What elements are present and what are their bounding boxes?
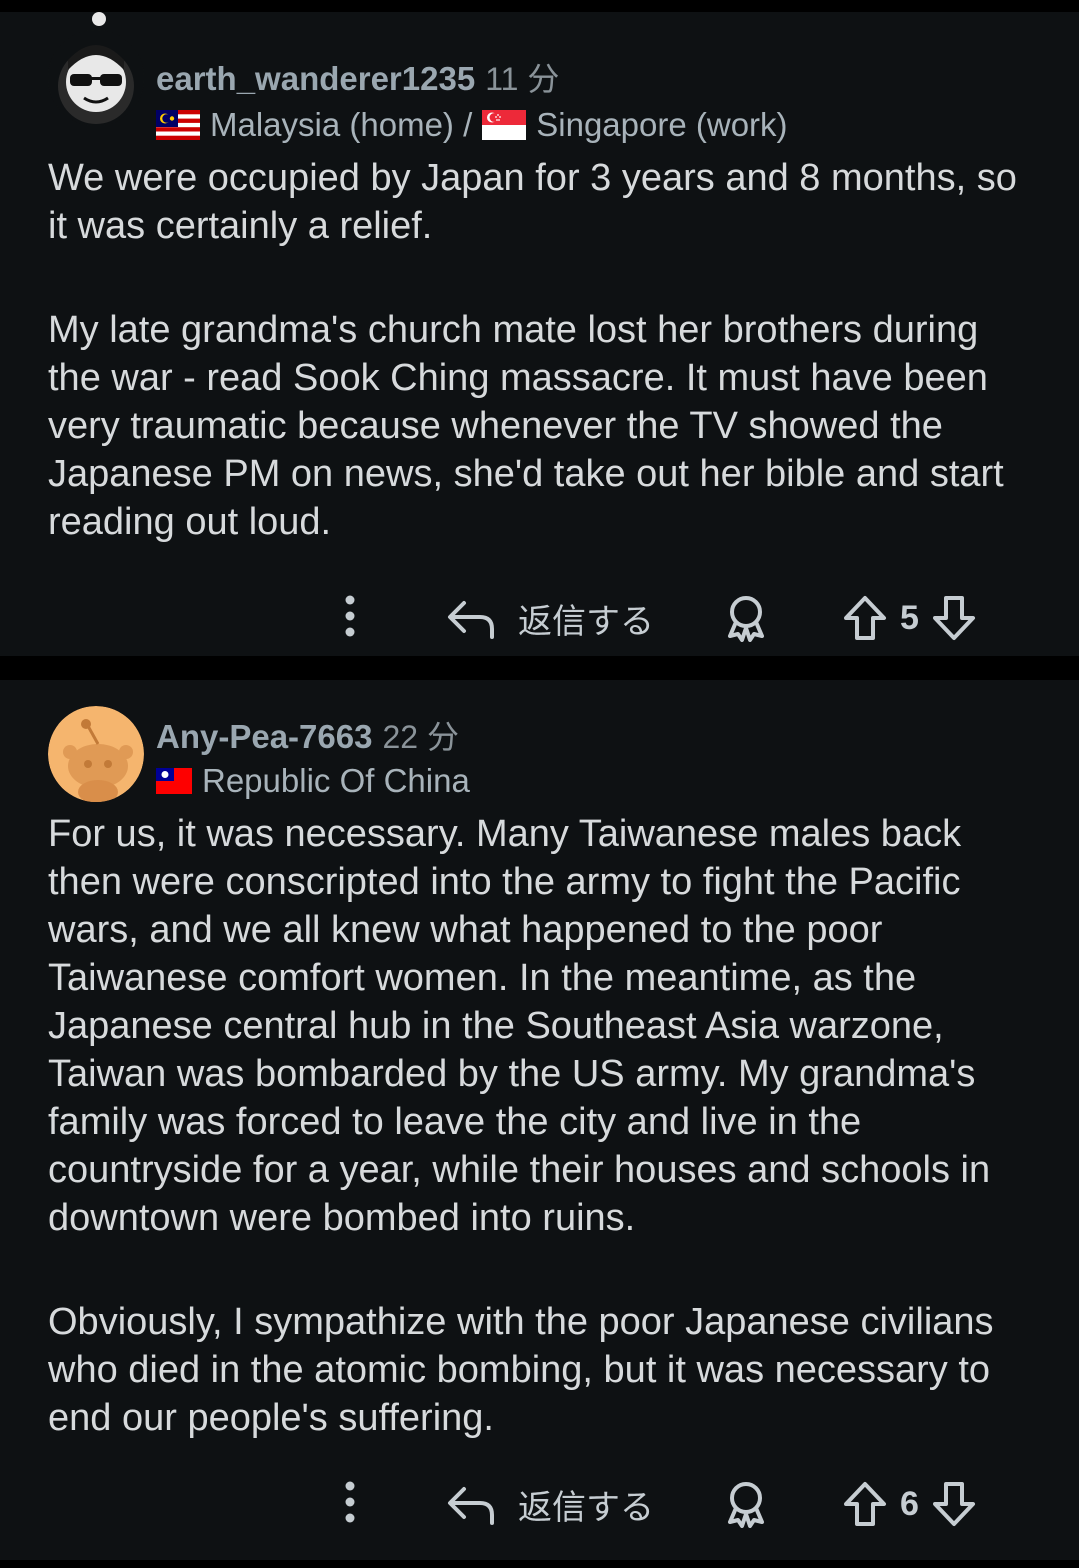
- username[interactable]: earth_wanderer1235: [156, 60, 475, 97]
- timestamp: 11 分: [485, 61, 560, 97]
- reply-label: 返信する: [518, 1489, 654, 1527]
- reply-label: 返信する: [518, 603, 654, 641]
- comment-paragraph: Obviously, I sympathize with the poor Ja…: [48, 1301, 994, 1439]
- username-row: earth_wanderer1235 11 分: [156, 54, 559, 100]
- flair-text: Republic Of China: [202, 762, 470, 799]
- snoo-avatar-icon: [48, 706, 144, 802]
- top-strip: [0, 0, 1079, 12]
- flair-text-home: Malaysia (home) /: [210, 106, 473, 143]
- vote-controls: 5: [842, 594, 977, 642]
- vote-controls: 6: [842, 1480, 977, 1528]
- user-flair: Republic Of China: [156, 762, 470, 800]
- comment-1: earth_wanderer1235 11 分 Malaysia (home) /: [0, 12, 1079, 656]
- comment-2: Any-Pea-7663 22 分 Republic Of China For u…: [0, 680, 1079, 1560]
- roc-flag-icon: [156, 768, 192, 794]
- flair-text-work: Singapore (work): [536, 106, 788, 143]
- avatar[interactable]: [48, 706, 144, 802]
- award-icon: [728, 596, 764, 642]
- reply-icon: [448, 600, 494, 639]
- avatar[interactable]: [48, 30, 144, 126]
- award-icon: [728, 1482, 764, 1528]
- comment-paragraph: My late grandma's church mate lost her b…: [48, 309, 1004, 543]
- timestamp: 22 分: [382, 719, 459, 755]
- username-row: Any-Pea-7663 22 分: [156, 712, 459, 758]
- award-button[interactable]: [722, 1480, 770, 1528]
- more-options-icon: [345, 1481, 355, 1523]
- online-dot: [92, 12, 106, 26]
- vote-score: 6: [900, 1484, 919, 1523]
- singapore-flag-icon: [482, 110, 527, 140]
- award-button[interactable]: [722, 594, 770, 642]
- username[interactable]: Any-Pea-7663: [156, 718, 372, 755]
- upvote-icon[interactable]: [842, 594, 888, 642]
- reply-button[interactable]: 返信する: [446, 594, 654, 643]
- reply-icon: [448, 1486, 494, 1525]
- more-options-button[interactable]: [336, 594, 364, 638]
- downvote-icon[interactable]: [931, 594, 977, 642]
- comment-body: For us, it was necessary. Many Taiwanese…: [48, 810, 1035, 1442]
- user-flair: Malaysia (home) / Singapore (work): [156, 106, 788, 144]
- comment-actions: 返信する 6: [0, 1476, 1079, 1536]
- vote-score: 5: [900, 598, 919, 637]
- more-options-icon: [345, 595, 355, 637]
- malaysia-flag-icon: [156, 110, 200, 140]
- comment-body: We were occupied by Japan for 3 years an…: [48, 154, 1035, 546]
- comment-actions: 返信する 5: [0, 588, 1079, 648]
- comment-paragraph: For us, it was necessary. Many Taiwanese…: [48, 813, 991, 1239]
- comment-paragraph: We were occupied by Japan for 3 years an…: [48, 157, 1017, 247]
- downvote-icon[interactable]: [931, 1480, 977, 1528]
- reply-button[interactable]: 返信する: [446, 1480, 654, 1529]
- more-options-button[interactable]: [336, 1480, 364, 1524]
- upvote-icon[interactable]: [842, 1480, 888, 1528]
- snoo-avatar-icon: [48, 30, 144, 126]
